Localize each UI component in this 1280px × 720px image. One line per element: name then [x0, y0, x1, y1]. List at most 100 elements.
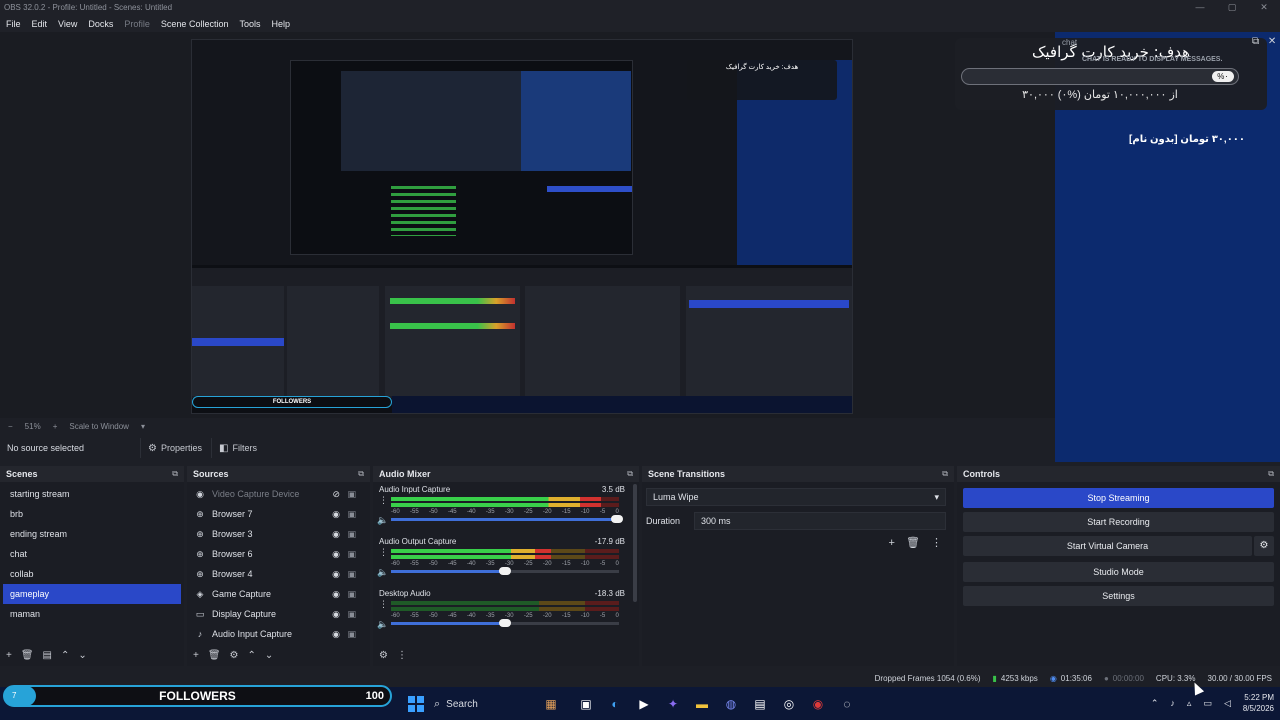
source-item[interactable]: ⊕ Browser 3 ◉ ▣ [187, 524, 370, 544]
more-icon[interactable]: ⋮ [397, 650, 407, 661]
menu-tools[interactable]: Tools [239, 19, 260, 29]
source-item[interactable]: ⊕ Browser 6 ◉ ▣ [187, 544, 370, 564]
start-virtual-camera-button[interactable]: Start Virtual Camera [963, 536, 1252, 556]
popout-icon[interactable]: ⧉ [942, 469, 948, 479]
move-up-button[interactable]: ⌃ [248, 650, 256, 661]
eye-icon[interactable]: ◉ [332, 589, 340, 600]
close-icon[interactable]: ✕ [1268, 36, 1276, 47]
virtual-camera-settings-icon[interactable]: ⚙ [1254, 536, 1274, 556]
scene-item[interactable]: brb [3, 504, 181, 524]
menu-file[interactable]: File [6, 19, 21, 29]
menu-help[interactable]: Help [271, 19, 290, 29]
volume-knob[interactable] [611, 515, 623, 523]
popout-icon[interactable]: ⧉ [172, 469, 178, 479]
obs-icon[interactable]: ◌ [836, 693, 858, 715]
duration-input[interactable]: 300 ms [694, 512, 946, 530]
source-item[interactable]: ⊕ Browser 4 ◉ ▣ [187, 564, 370, 584]
remove-transition-button[interactable]: 🗑 [906, 537, 920, 549]
volume-knob[interactable] [499, 619, 512, 627]
eye-slash-icon[interactable]: ⊘ [332, 489, 340, 500]
speaker-icon[interactable]: 🔈 [377, 567, 388, 578]
scene-item[interactable]: gameplay [3, 584, 181, 604]
media-player-icon[interactable]: ▶ [633, 693, 655, 715]
preview-canvas[interactable]: هدف: خرید کارت گرافیک FOLLOWERS [191, 39, 853, 414]
remove-scene-button[interactable]: 🗑 [21, 650, 34, 661]
eye-icon[interactable]: ◉ [332, 629, 340, 640]
menu-scene-collection[interactable]: Scene Collection [161, 19, 229, 29]
scale-mode[interactable]: Scale to Window [69, 422, 129, 431]
speaker-icon[interactable]: 🔈 [377, 619, 388, 630]
scene-item[interactable]: starting stream [3, 484, 181, 504]
copilot-icon[interactable]: ✦ [662, 693, 684, 715]
lock-icon[interactable]: ▣ [347, 509, 356, 520]
lock-icon[interactable]: ▣ [347, 609, 356, 620]
zoom-out-icon[interactable]: − [8, 422, 13, 431]
stop-streaming-button[interactable]: Stop Streaming [963, 488, 1274, 508]
lock-icon[interactable]: ▣ [347, 529, 356, 540]
zoom-in-icon[interactable]: + [53, 422, 58, 431]
chevron-up-icon[interactable]: ⌃ [1151, 698, 1159, 709]
properties-button[interactable]: ⚙ Properties [140, 438, 209, 458]
eye-icon[interactable]: ◉ [332, 609, 340, 620]
mic-icon[interactable]: ♪ [1170, 698, 1175, 708]
source-item[interactable]: ◉ Video Capture Device ⊘ ▣ [187, 484, 370, 504]
start-recording-button[interactable]: Start Recording [963, 512, 1274, 532]
source-item[interactable]: ♪ Audio Input Capture ◉ ▣ [187, 624, 370, 644]
edge-icon[interactable]: ◐ [604, 693, 626, 715]
eye-icon[interactable]: ◉ [332, 549, 340, 560]
task-view-icon[interactable]: ▣ [575, 693, 597, 715]
clock[interactable]: 5:22 PM 8/5/2026 [1243, 692, 1274, 714]
terminal-icon[interactable]: ▤ [749, 693, 771, 715]
move-up-button[interactable]: ⌃ [61, 650, 69, 661]
discord-icon[interactable]: ◍ [720, 693, 742, 715]
chevron-down-icon[interactable]: ▾ [141, 422, 145, 431]
display-icon[interactable]: ▭ [1203, 698, 1212, 709]
popout-icon[interactable]: ⧉ [1268, 469, 1274, 479]
move-down-button[interactable]: ⌄ [78, 650, 86, 661]
speaker-icon[interactable]: 🔈 [377, 515, 388, 526]
network-icon[interactable]: ▵ [1187, 698, 1192, 709]
scene-item[interactable]: collab [3, 564, 181, 584]
remove-source-button[interactable]: 🗑 [208, 650, 221, 661]
volume-slider[interactable] [391, 515, 623, 523]
eye-icon[interactable]: ◉ [332, 529, 340, 540]
scene-item[interactable]: ending stream [3, 524, 181, 544]
lock-icon[interactable]: ▣ [347, 489, 356, 500]
mixer-settings-icon[interactable]: ⚙ [379, 650, 388, 661]
steam-icon[interactable]: ◎ [778, 693, 800, 715]
lock-icon[interactable]: ▣ [347, 589, 356, 600]
menu-docks[interactable]: Docks [88, 19, 113, 29]
lock-icon[interactable]: ▣ [347, 629, 356, 640]
scene-item[interactable]: maman [3, 604, 181, 624]
popout-icon[interactable]: ⧉ [627, 469, 633, 479]
close-button[interactable]: ✕ [1248, 0, 1280, 15]
menu-view[interactable]: View [58, 19, 77, 29]
scene-item[interactable]: chat [3, 544, 181, 564]
more-icon[interactable]: ⋮ [379, 599, 388, 610]
lock-icon[interactable]: ▣ [347, 549, 356, 560]
source-item[interactable]: ◈ Game Capture ◉ ▣ [187, 584, 370, 604]
start-button[interactable] [405, 693, 427, 715]
add-source-button[interactable]: + [193, 650, 199, 661]
eye-icon[interactable]: ◉ [332, 509, 340, 520]
add-scene-button[interactable]: + [6, 650, 12, 661]
minimize-button[interactable]: — [1184, 0, 1216, 15]
source-properties-button[interactable]: ⚙ [230, 650, 239, 661]
volume-slider[interactable] [391, 567, 619, 575]
file-explorer-icon[interactable]: ▬ [691, 693, 713, 715]
volume-knob[interactable] [499, 567, 512, 575]
source-item[interactable]: ▭ Display Capture ◉ ▣ [187, 604, 370, 624]
widgets-icon[interactable]: ▦ [534, 693, 568, 715]
menu-profile[interactable]: Profile [124, 19, 150, 29]
popout-icon[interactable]: ⧉ [1252, 36, 1259, 47]
scene-filters-button[interactable]: ▤ [43, 650, 52, 661]
add-transition-button[interactable]: + [888, 537, 894, 549]
lock-icon[interactable]: ▣ [347, 569, 356, 580]
filters-button[interactable]: ◧ Filters [211, 438, 264, 458]
more-icon[interactable]: ⋮ [931, 537, 942, 549]
preview-area[interactable]: هدف: خرید کارت گرافیک FOLLOWERS [0, 32, 1055, 418]
menu-edit[interactable]: Edit [32, 19, 48, 29]
eye-icon[interactable]: ◉ [332, 569, 340, 580]
more-icon[interactable]: ⋮ [379, 495, 388, 506]
studio-mode-button[interactable]: Studio Mode [963, 562, 1274, 582]
